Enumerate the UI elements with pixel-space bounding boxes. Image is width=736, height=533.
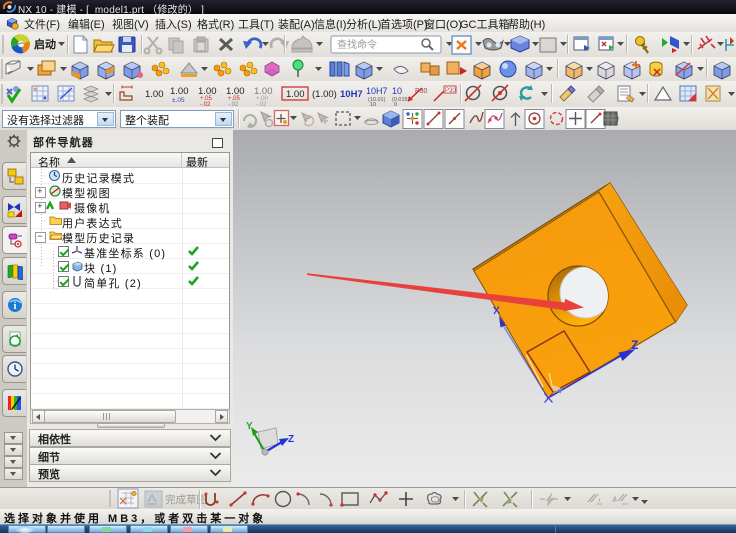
- svg-text:Z: Z: [631, 338, 638, 352]
- svg-text:±.05: ±.05: [172, 97, 185, 104]
- svg-text:启动: 启动: [34, 37, 56, 51]
- svg-text:Y: Y: [246, 421, 253, 432]
- svg-text:1.00: 1.00: [145, 89, 164, 100]
- svg-text:Z: Z: [288, 434, 294, 445]
- svg-text:P30: P30: [415, 88, 428, 95]
- svg-text:10: 10: [392, 86, 402, 96]
- svg-text:P30: P30: [445, 88, 456, 94]
- svg-text:10H7: 10H7: [340, 89, 363, 100]
- svg-text:(1.00): (1.00): [312, 89, 337, 100]
- svg-text:查找命令: 查找命令: [337, 38, 377, 51]
- svg-text:i: i: [13, 301, 16, 312]
- svg-text:1.00: 1.00: [170, 86, 189, 97]
- svg-text:10H7: 10H7: [366, 86, 388, 96]
- svg-text:1.00: 1.00: [286, 89, 305, 100]
